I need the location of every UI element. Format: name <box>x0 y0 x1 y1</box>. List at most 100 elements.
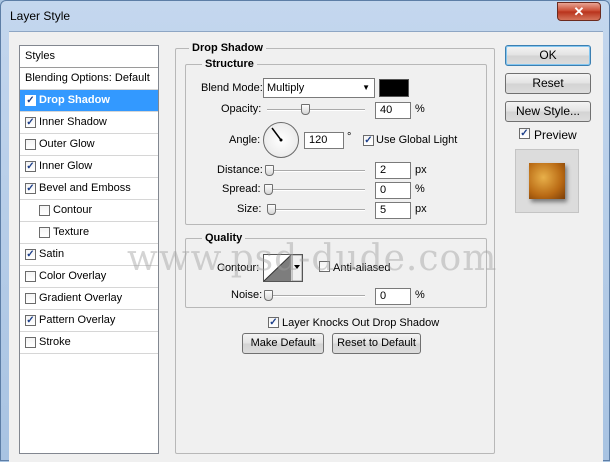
distance-input[interactable]: 2 <box>375 162 411 179</box>
style-item-contour[interactable]: Contour <box>20 200 158 222</box>
opacity-unit: % <box>415 103 425 115</box>
style-item-label: Color Overlay <box>39 270 107 282</box>
drop-shadow-title: Drop Shadow <box>189 42 266 54</box>
style-item-satin[interactable]: ✓ Satin <box>20 244 158 266</box>
layer-style-window: Layer Style ✕ Styles Blending Options: D… <box>0 0 610 462</box>
close-button[interactable]: ✕ <box>557 2 601 21</box>
style-item-label: Gradient Overlay <box>39 292 123 304</box>
styles-header-label: Styles <box>25 50 55 62</box>
style-item-blending-options-default[interactable]: Blending Options: Default <box>20 68 158 90</box>
style-item-label: Contour <box>53 204 93 216</box>
make-default-button[interactable]: Make Default <box>242 333 324 354</box>
angle-input[interactable]: 120 <box>304 132 344 149</box>
noise-label: Noise: <box>231 289 263 301</box>
style-preview-thumbnail <box>515 149 579 213</box>
noise-input[interactable]: 0 <box>375 288 411 305</box>
style-item-checkbox[interactable]: ✓ <box>25 95 36 106</box>
style-item-checkbox[interactable] <box>25 139 36 150</box>
style-item-label: Drop Shadow <box>39 94 110 106</box>
spread-slider-thumb[interactable] <box>264 184 273 195</box>
style-item-checkbox[interactable] <box>39 205 50 216</box>
distance-unit: px <box>415 164 427 176</box>
style-item-inner-glow[interactable]: ✓ Inner Glow <box>20 156 158 178</box>
blend-mode-select[interactable]: Multiply ▼ <box>263 78 375 98</box>
size-slider-track[interactable] <box>267 209 365 211</box>
contour-label: Contour: <box>217 262 260 274</box>
contour-picker[interactable] <box>263 254 303 282</box>
opacity-slider-track[interactable] <box>267 109 365 111</box>
style-item-label: Inner Glow <box>39 160 93 172</box>
style-item-label: Bevel and Emboss <box>39 182 131 194</box>
style-item-checkbox[interactable]: ✓ <box>25 117 36 128</box>
reset-button[interactable]: Reset <box>505 73 591 94</box>
shadow-color-swatch[interactable] <box>379 79 409 97</box>
opacity-input[interactable]: 40 <box>375 102 411 119</box>
new-style-button[interactable]: New Style... <box>505 101 591 122</box>
style-item-pattern-overlay[interactable]: ✓ Pattern Overlay <box>20 310 158 332</box>
style-item-gradient-overlay[interactable]: Gradient Overlay <box>20 288 158 310</box>
size-slider-thumb[interactable] <box>267 204 276 215</box>
anti-aliased-checkbox[interactable] <box>319 261 330 272</box>
style-item-label: Texture <box>53 226 90 238</box>
chevron-down-icon: ▼ <box>362 83 370 92</box>
style-item-label: Outer Glow <box>39 138 95 150</box>
noise-slider-track[interactable] <box>267 295 365 297</box>
style-item-drop-shadow[interactable]: ✓ Drop Shadow <box>20 90 158 112</box>
knocks-out-checkbox[interactable]: ✓ <box>268 317 279 328</box>
window-title: Layer Style <box>10 9 71 23</box>
structure-title: Structure <box>202 58 257 70</box>
angle-label: Angle: <box>229 134 261 146</box>
title-bar[interactable]: Layer Style ✕ <box>1 1 609 31</box>
quality-title: Quality <box>202 232 246 244</box>
style-item-checkbox[interactable] <box>25 293 36 304</box>
blend-mode-label: Blend Mode: <box>201 82 263 94</box>
angle-dial[interactable] <box>263 122 299 158</box>
style-item-label: Stroke <box>39 336 71 348</box>
style-item-color-overlay[interactable]: Color Overlay <box>20 266 158 288</box>
distance-label: Distance: <box>217 164 263 176</box>
angle-unit: ° <box>347 131 352 143</box>
style-item-checkbox[interactable]: ✓ <box>25 315 36 326</box>
preview-swatch <box>529 163 565 199</box>
style-item-label: Pattern Overlay <box>39 314 116 326</box>
spread-slider-track[interactable] <box>267 189 365 191</box>
contour-curve-icon <box>263 254 303 282</box>
style-item-checkbox[interactable]: ✓ <box>25 249 36 260</box>
spread-input[interactable]: 0 <box>375 182 411 199</box>
style-item-checkbox[interactable] <box>25 271 36 282</box>
noise-unit: % <box>415 289 425 301</box>
style-item-checkbox[interactable]: ✓ <box>25 183 36 194</box>
noise-slider-thumb[interactable] <box>264 290 273 301</box>
angle-needle-icon <box>271 127 283 142</box>
use-global-light-checkbox[interactable]: ✓ <box>363 135 374 146</box>
style-item-label: Blending Options: Default <box>25 72 150 84</box>
distance-slider-thumb[interactable] <box>265 165 274 176</box>
style-item-outer-glow[interactable]: Outer Glow <box>20 134 158 156</box>
size-label: Size: <box>237 203 262 215</box>
dialog-body: Styles Blending Options: Default ✓ Drop Sh… <box>9 31 603 462</box>
style-item-bevel-and-emboss[interactable]: ✓ Bevel and Emboss <box>20 178 158 200</box>
style-item-checkbox[interactable] <box>25 337 36 348</box>
styles-header[interactable]: Styles <box>20 46 158 68</box>
style-item-checkbox[interactable]: ✓ <box>25 161 36 172</box>
style-item-label: Inner Shadow <box>39 116 107 128</box>
size-input[interactable]: 5 <box>375 202 411 219</box>
opacity-label: Opacity: <box>221 103 262 115</box>
style-item-texture[interactable]: Texture <box>20 222 158 244</box>
ok-button[interactable]: OK <box>505 45 591 66</box>
style-item-stroke[interactable]: Stroke <box>20 332 158 354</box>
styles-list: Styles Blending Options: Default ✓ Drop Sh… <box>19 45 159 454</box>
reset-to-default-button[interactable]: Reset to Default <box>332 333 421 354</box>
style-item-checkbox[interactable] <box>39 227 50 238</box>
spread-unit: % <box>415 183 425 195</box>
preview-checkbox[interactable]: ✓ <box>519 128 530 139</box>
opacity-slider-thumb[interactable] <box>301 104 310 115</box>
spread-label: Spread: <box>222 183 261 195</box>
use-global-light-label: Use Global Light <box>376 134 458 146</box>
style-item-inner-shadow[interactable]: ✓ Inner Shadow <box>20 112 158 134</box>
blend-mode-value: Multiply <box>267 82 305 94</box>
knocks-out-label: Layer Knocks Out Drop Shadow <box>282 317 440 329</box>
preview-label: Preview <box>534 128 577 142</box>
distance-slider-track[interactable] <box>267 170 365 172</box>
anti-aliased-label: Anti-aliased <box>333 262 391 274</box>
